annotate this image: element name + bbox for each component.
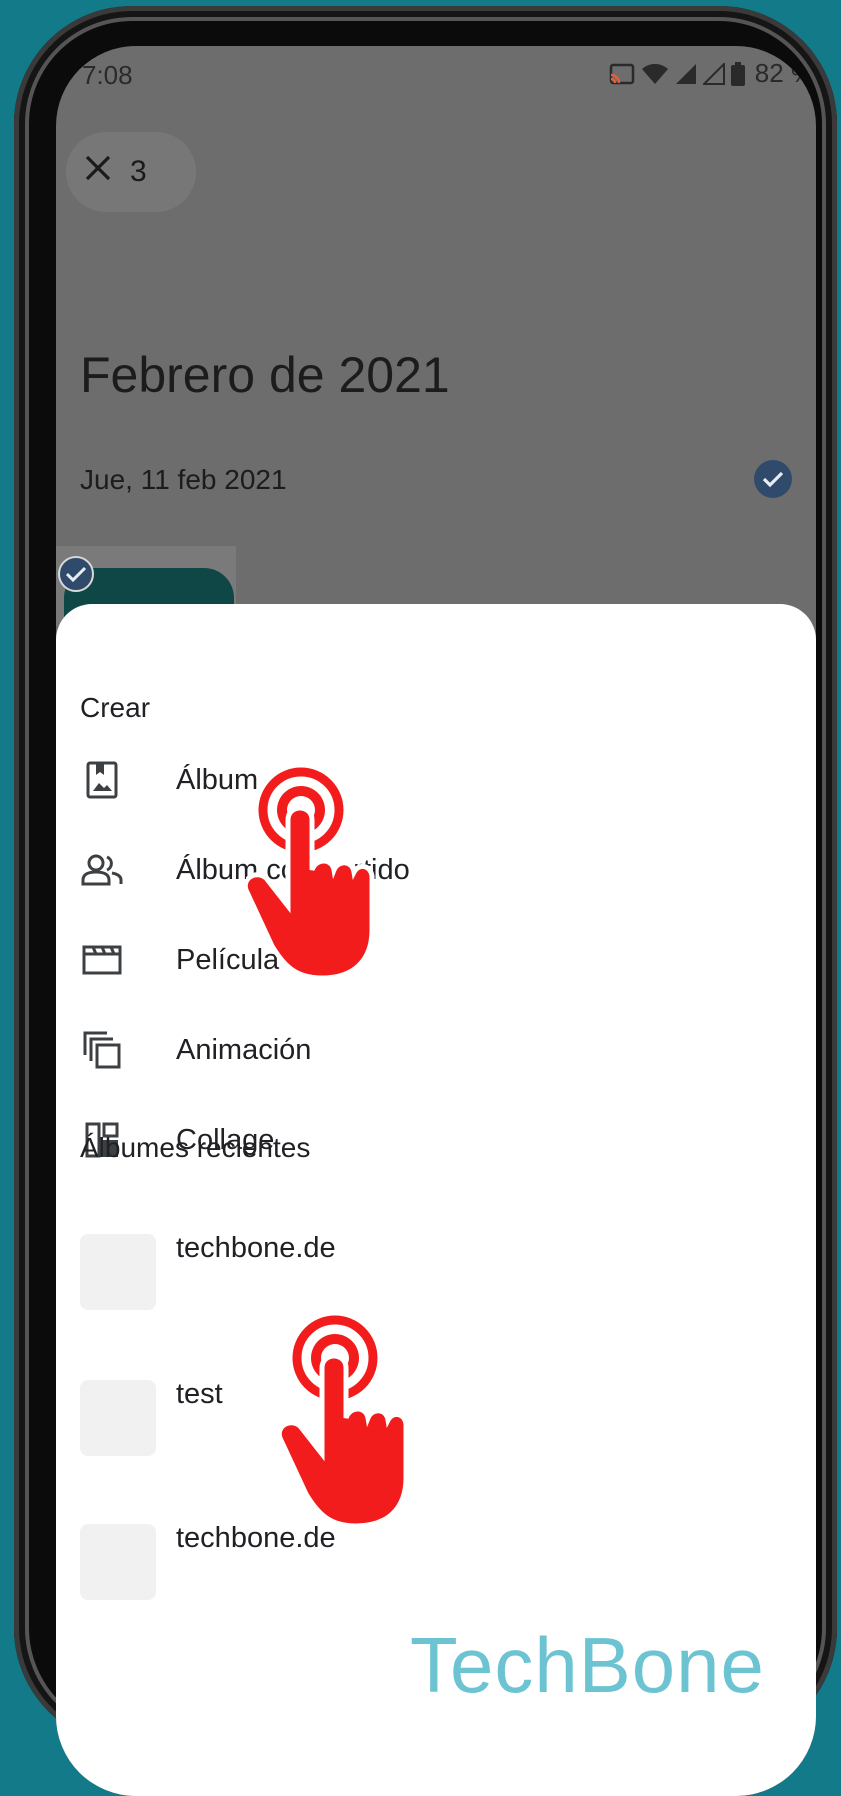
album-thumbnail xyxy=(80,1524,156,1600)
signal-roaming-icon xyxy=(702,62,725,85)
tap-hand-icon xyxy=(280,1315,409,1528)
recent-album-item[interactable]: test xyxy=(56,1370,816,1466)
shared-album-icon xyxy=(80,848,124,892)
recent-album-label: techbone.de xyxy=(176,1232,336,1264)
date-check-icon[interactable] xyxy=(754,460,792,503)
screen: 7:08 82 % 3 Febrero de 2021 Jue, 11 feb … xyxy=(56,46,816,1796)
create-animation-label: Animación xyxy=(176,1033,312,1066)
album-thumbnail xyxy=(80,1234,156,1310)
selection-count: 3 xyxy=(130,155,147,188)
cast-icon xyxy=(609,63,635,85)
photo-check-icon[interactable] xyxy=(58,556,94,597)
status-bar: 7:08 82 % xyxy=(56,46,816,102)
recent-album-item[interactable]: techbone.de xyxy=(56,1224,816,1320)
create-animation-item[interactable]: Animación xyxy=(56,1008,816,1092)
create-album-item[interactable]: Álbum xyxy=(56,738,816,822)
month-title: Febrero de 2021 xyxy=(80,347,450,403)
recent-album-item[interactable]: techbone.de xyxy=(56,1514,816,1610)
create-section-title: Crear xyxy=(80,692,151,723)
battery-icon xyxy=(730,61,745,86)
status-time: 7:08 xyxy=(82,60,133,90)
status-icons: 82 % xyxy=(609,58,814,89)
movie-icon xyxy=(80,938,124,982)
animation-icon xyxy=(80,1028,124,1072)
signal-icon xyxy=(675,63,697,85)
album-thumbnail xyxy=(80,1380,156,1456)
selection-close-button[interactable]: 3 xyxy=(66,132,196,212)
recent-album-label: test xyxy=(176,1378,223,1410)
recent-albums-title: Álbumes recientes xyxy=(80,1132,311,1163)
album-icon xyxy=(80,758,124,802)
date-label: Jue, 11 feb 2021 xyxy=(80,464,287,495)
close-icon[interactable] xyxy=(84,154,112,190)
create-bottom-sheet: Crear Álbum Álbum compartido Película An… xyxy=(56,604,816,1796)
create-movie-item[interactable]: Película xyxy=(56,918,816,1002)
wifi-icon xyxy=(641,63,669,85)
create-shared-album-item[interactable]: Álbum compartido xyxy=(56,828,816,912)
battery-percent: 82 % xyxy=(754,58,814,88)
watermark-logo: TechBone xyxy=(410,1621,765,1709)
tap-hand-icon xyxy=(246,767,375,980)
